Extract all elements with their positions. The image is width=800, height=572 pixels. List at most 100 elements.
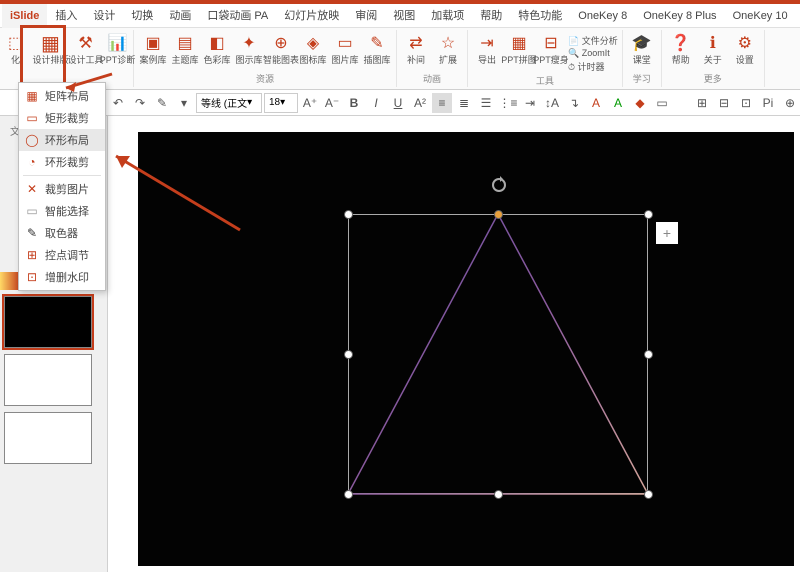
group-label-learn: 学习: [633, 72, 651, 85]
fmt-dec-size[interactable]: A⁻: [322, 93, 342, 113]
triangle-shape[interactable]: [348, 214, 648, 494]
tab-shape[interactable]: 形: [796, 4, 800, 28]
fmt-align2[interactable]: ≣: [454, 93, 474, 113]
handle-tl[interactable]: [344, 210, 353, 219]
layout-options-icon[interactable]: +: [656, 222, 678, 244]
btn-file-analysis[interactable]: 📄 文件分析: [568, 34, 618, 47]
font-size[interactable]: 18 ▾: [264, 93, 298, 113]
btn-classroom[interactable]: 🎓课堂: [627, 32, 657, 65]
rotate-handle[interactable]: [492, 178, 506, 192]
group-label-anim: 动画: [423, 72, 441, 85]
btn-tween[interactable]: ⇄补间: [401, 32, 431, 65]
btn-icon-lib[interactable]: ◈图标库: [298, 32, 328, 65]
tab-animation[interactable]: 动画: [161, 4, 199, 28]
fmt-list[interactable]: ☰: [476, 93, 496, 113]
fmt-x2[interactable]: ⊟: [714, 93, 734, 113]
dd-矩形裁剪[interactable]: ▭矩形裁剪: [19, 107, 105, 129]
fmt-super[interactable]: A²: [410, 93, 430, 113]
tab-view[interactable]: 视图: [385, 4, 423, 28]
btn-illust-lib[interactable]: ✎插图库: [362, 32, 392, 65]
tab-islide[interactable]: iSlide: [2, 4, 47, 28]
group-label-resources: 资源: [256, 72, 274, 85]
btn-export[interactable]: ⇥导出: [472, 32, 502, 65]
slide-thumb-1[interactable]: [4, 296, 92, 348]
handle-tc[interactable]: [494, 210, 503, 219]
handle-tr[interactable]: [644, 210, 653, 219]
tab-features[interactable]: 特色功能: [510, 4, 570, 28]
btn-image-lib[interactable]: ▭图片库: [330, 32, 360, 65]
tab-onekey10[interactable]: OneKey 10: [725, 4, 796, 28]
tab-pocket-anim[interactable]: 口袋动画 PA: [199, 4, 276, 28]
btn-ppt-merge[interactable]: ▦PPT拼图: [504, 32, 534, 65]
ribbon: ⬚化 ▦设计排版 ⚒设计工具 📊PPT诊断 ▣案例库 ▤主题库 ◧色彩库 ✦图示…: [0, 28, 800, 90]
design-layout-dropdown: ▦矩阵布局▭矩形裁剪◯环形布局◔环形裁剪✕裁剪图片▭智能选择✎取色器⊞控点调节⊡…: [18, 82, 106, 291]
slide-thumb-2[interactable]: [4, 354, 92, 406]
fmt-redo[interactable]: ↷: [130, 93, 150, 113]
tab-addins[interactable]: 加载项: [423, 4, 472, 28]
dd-环形布局[interactable]: ◯环形布局: [19, 129, 105, 151]
fmt-numlist[interactable]: ⋮≡: [498, 93, 518, 113]
btn-extend[interactable]: ☆扩展: [433, 32, 463, 65]
btn-case-lib[interactable]: ▣案例库: [138, 32, 168, 65]
btn-smart-chart[interactable]: ⊕智能图表: [266, 32, 296, 65]
tab-design[interactable]: 设计: [85, 4, 123, 28]
btn-design-layout[interactable]: ▦设计排版: [33, 32, 69, 65]
tab-help[interactable]: 帮助: [472, 4, 510, 28]
handle-br[interactable]: [644, 490, 653, 499]
font-select[interactable]: 等线 (正文▾: [196, 93, 262, 113]
fmt-textdir[interactable]: ↴: [564, 93, 584, 113]
btn-color-lib[interactable]: ◧色彩库: [202, 32, 232, 65]
dd-智能选择[interactable]: ▭智能选择: [19, 200, 105, 222]
fmt-indent[interactable]: ⇥: [520, 93, 540, 113]
format-toolbar: ↶ ↷ ✎ ▾ 等线 (正文▾ 18 ▾ A⁺ A⁻ B I U A² ≡ ≣ …: [0, 90, 800, 116]
btn-settings[interactable]: ⚙设置: [730, 32, 760, 65]
handle-ml[interactable]: [344, 350, 353, 359]
fmt-x5[interactable]: ⊕: [780, 93, 800, 113]
dd-环形裁剪[interactable]: ◔环形裁剪: [19, 151, 105, 173]
color-swatch: [0, 272, 20, 290]
btn-design-tools[interactable]: ⚒设计工具: [71, 32, 101, 65]
btn-help[interactable]: ❓帮助: [666, 32, 696, 65]
fmt-undo[interactable]: ↶: [108, 93, 128, 113]
slide-thumb-3[interactable]: [4, 412, 92, 464]
btn-ppt-slim[interactable]: ⊟PPT瘦身: [536, 32, 566, 65]
fmt-underline[interactable]: U: [388, 93, 408, 113]
dd-裁剪图片[interactable]: ✕裁剪图片: [19, 178, 105, 200]
tab-onekey8[interactable]: OneKey 8: [570, 4, 635, 28]
handle-bl[interactable]: [344, 490, 353, 499]
btn-diagram-lib[interactable]: ✦图示库: [234, 32, 264, 65]
dd-取色器[interactable]: ✎取色器: [19, 222, 105, 244]
tab-insert[interactable]: 插入: [47, 4, 85, 28]
group-label-more: 更多: [704, 72, 722, 85]
tab-review[interactable]: 审阅: [347, 4, 385, 28]
ribbon-tabs: iSlide 插入 设计 切换 动画 口袋动画 PA 幻灯片放映 审阅 视图 加…: [0, 4, 800, 28]
group-label-tools: 工具: [536, 74, 554, 87]
fmt-outline[interactable]: ▭: [652, 93, 672, 113]
fmt-x4[interactable]: Pi: [758, 93, 778, 113]
btn-optimize[interactable]: ⬚化: [1, 32, 31, 65]
fmt-bold[interactable]: B: [344, 93, 364, 113]
fmt-brush[interactable]: ✎: [152, 93, 172, 113]
handle-bc[interactable]: [494, 490, 503, 499]
tab-onekey8plus[interactable]: OneKey 8 Plus: [635, 4, 724, 28]
fmt-align[interactable]: ≡: [432, 93, 452, 113]
btn-ppt-diag[interactable]: 📊PPT诊断: [103, 32, 133, 65]
fmt-fill[interactable]: ◆: [630, 93, 650, 113]
btn-timer[interactable]: ⏱ 计时器: [568, 60, 618, 73]
btn-zoomit[interactable]: 🔍 ZoomIt: [568, 48, 618, 59]
handle-mr[interactable]: [644, 350, 653, 359]
fmt-italic[interactable]: I: [366, 93, 386, 113]
tab-transition[interactable]: 切换: [123, 4, 161, 28]
btn-theme-lib[interactable]: ▤主题库: [170, 32, 200, 65]
dd-增删水印[interactable]: ⊡增删水印: [19, 266, 105, 288]
btn-about[interactable]: ℹ关于: [698, 32, 728, 65]
dd-控点调节[interactable]: ⊞控点调节: [19, 244, 105, 266]
fmt-more1[interactable]: ▾: [174, 93, 194, 113]
fmt-x3[interactable]: ⊡: [736, 93, 756, 113]
tab-slideshow[interactable]: 幻灯片放映: [276, 4, 347, 28]
fmt-inc-size[interactable]: A⁺: [300, 93, 320, 113]
fmt-spacing[interactable]: ↕A: [542, 93, 562, 113]
fmt-highlight[interactable]: A: [608, 93, 628, 113]
fmt-x1[interactable]: ⊞: [692, 93, 712, 113]
fmt-color[interactable]: A: [586, 93, 606, 113]
